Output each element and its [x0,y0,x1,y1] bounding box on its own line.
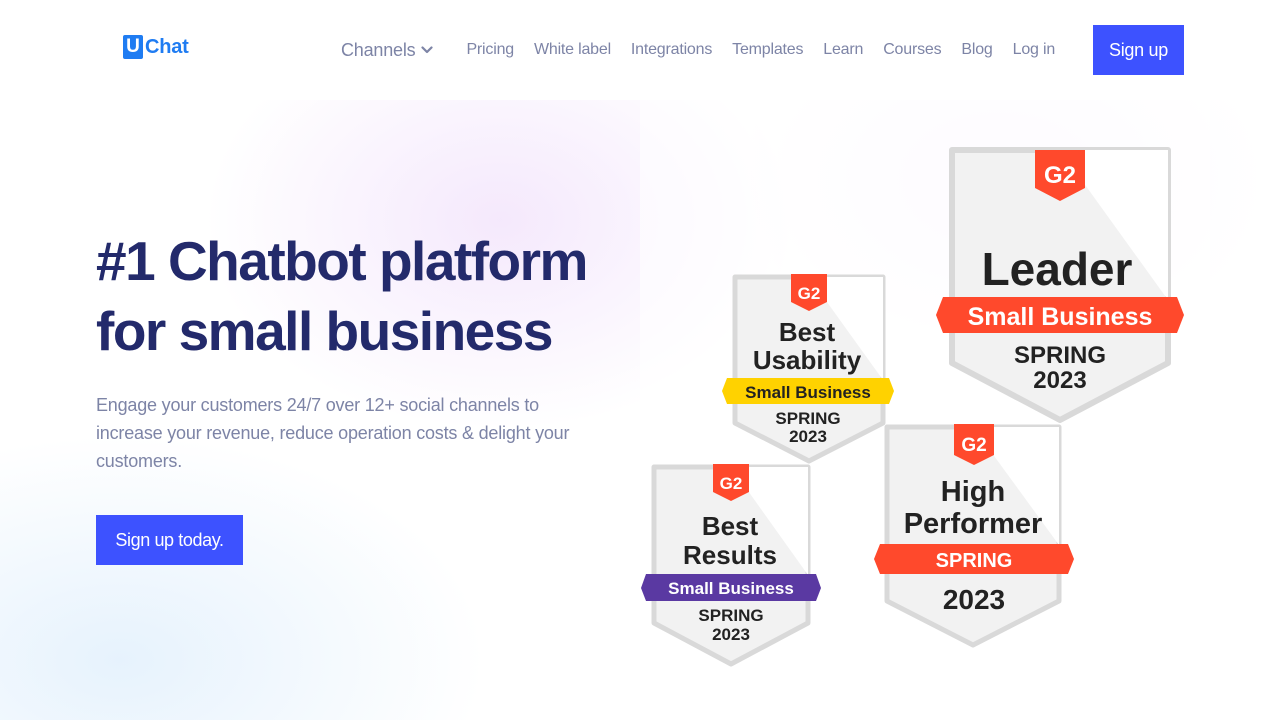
hero-subtitle: Engage your customers 24/7 over 12+ soci… [96,395,570,471]
badge-leader-year: 2023 [1033,367,1086,394]
nav-learn[interactable]: Learn [823,41,863,59]
badge-leader: G2 Leader Small Business SPRING 2023 [936,147,1184,423]
hero-title-line1: #1 Chatbot platform [96,230,588,292]
badge-results-line1: Best [702,511,759,541]
svg-text:G2: G2 [720,474,743,493]
badge-results-year: 2023 [712,625,750,644]
nav-channels-dropdown[interactable]: Channels [341,39,434,61]
main-nav: Channels Pricing White label Integration… [341,25,1075,75]
badge-usability-ribbon-text: Small Business [745,383,871,402]
signup-button[interactable]: Sign up [1093,25,1184,75]
hero-title-line2: for small business [96,300,553,362]
svg-text:G2: G2 [1044,162,1076,189]
nav-login[interactable]: Log in [1013,41,1056,59]
badge-performer-line2: Performer [904,508,1043,540]
badge-usability-line1: Best [779,317,836,347]
site-header: U Chat Channels Pricing White label Inte… [0,0,1280,100]
badge-best-results: G2 Best Results Small Business SPRING 20… [641,464,821,667]
badge-usability-season: SPRING [775,409,840,428]
svg-text:G2: G2 [798,284,821,303]
logo[interactable]: U Chat [123,35,189,59]
badge-leader-title: Leader [982,243,1133,295]
badge-performer-ribbon-text: SPRING [936,550,1013,572]
badge-leader-ribbon-text: Small Business [968,303,1153,331]
signup-today-button[interactable]: Sign up today. [96,515,243,565]
badge-leader-season: SPRING [1014,342,1106,369]
badge-performer-year: 2023 [943,584,1005,615]
nav-integrations[interactable]: Integrations [631,41,712,59]
nav-templates[interactable]: Templates [732,41,803,59]
badge-results-line2: Results [683,540,777,570]
nav-pricing[interactable]: Pricing [466,41,514,59]
badge-usability-year: 2023 [789,427,827,446]
svg-text:G2: G2 [961,435,986,456]
nav-blog[interactable]: Blog [961,41,992,59]
logo-text: Chat [145,35,189,58]
badge-best-usability: G2 Best Usability Small Business SPRING … [722,274,894,464]
badge-results-season: SPRING [698,606,763,625]
hero-title: #1 Chatbot platform for small business [96,226,656,366]
chevron-down-icon [421,46,434,54]
nav-courses[interactable]: Courses [883,41,941,59]
logo-mark: U [123,35,143,59]
nav-channels-label: Channels [341,39,416,60]
badge-results-ribbon-text: Small Business [668,579,794,598]
badge-performer-line1: High [941,476,1005,508]
badge-high-performer: G2 High Performer SPRING 2023 [874,424,1074,648]
badge-usability-line2: Usability [753,345,862,375]
nav-white-label[interactable]: White label [534,41,611,59]
